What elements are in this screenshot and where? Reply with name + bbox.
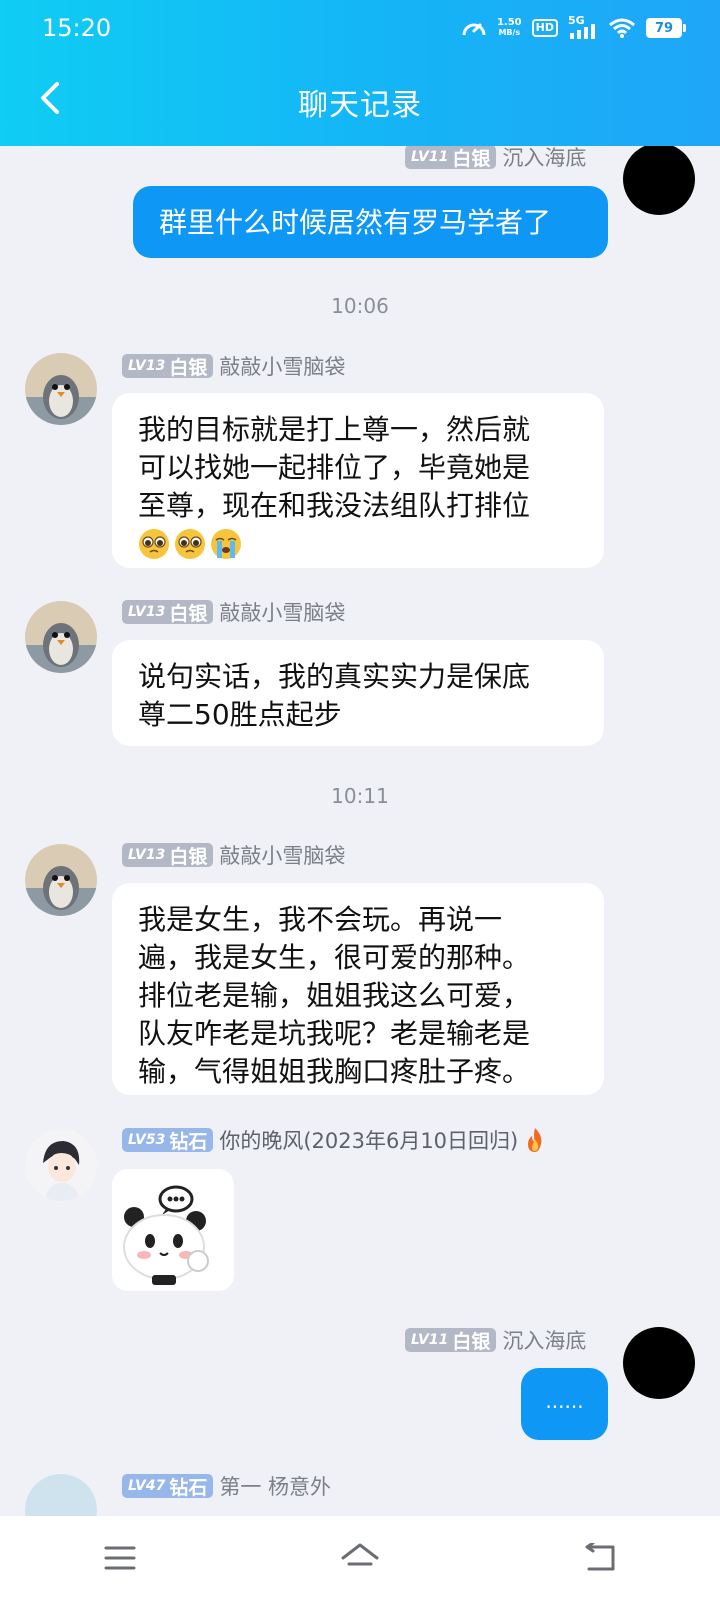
net-speed: 1.50 MB/s [497,18,522,38]
self-avatar[interactable] [623,146,695,215]
rank-text: 白银 [169,845,208,868]
sender-meta: LV11 白银 沉入海底 [405,146,586,171]
message-text: ...... [545,1389,584,1413]
level-badge: LV53 钻石 [122,1128,214,1153]
message-line: 排位老是输，姐姐我这么可爱， [138,979,531,1012]
sticker-message[interactable] [112,1169,234,1291]
message-bubble[interactable]: 说句实话，我的真实实力是保底 尊二50胜点起步 [112,640,604,746]
sender-meta: LV11 白银 沉入海底 [405,1326,586,1354]
rank-text: 钻石 [169,1130,208,1153]
level-badge: LV11 白银 [405,146,497,170]
rank-text: 白银 [169,602,208,625]
message-line: 我是女生，我不会玩。再说一 [138,903,503,936]
time-separator: 10:11 [331,784,389,808]
level-text: LV13 [128,847,166,863]
message-line: 我的目标就是打上尊一，然后就 [138,413,531,446]
rank-text: 钻石 [169,1476,208,1499]
rank-text: 白银 [169,356,208,379]
menu-button[interactable] [90,1528,150,1588]
user-avatar[interactable] [25,1474,97,1516]
sender-name: 敲敲小雪脑袋 [219,601,346,625]
penguin-avatar-icon [25,844,97,916]
anime-boy-avatar-icon [25,1129,97,1201]
message-text: 群里什么时候居然有罗马学者了 [159,206,552,239]
penguin-avatar-icon [25,353,97,425]
status-time: 15:20 [42,14,112,42]
rank-text: 白银 [452,147,491,170]
system-navbar [0,1516,720,1600]
chat-history[interactable]: LV11 白银 沉入海底 群里什么时候居然有罗马学者了 10:06 LV13 白… [0,146,720,1516]
signal-5g-icon: 5G [568,14,598,40]
pleading-face-icon [139,529,169,559]
level-text: LV13 [128,604,166,620]
crying-face-icon [211,529,241,559]
hd-icon: HD [531,19,558,37]
message-bubble[interactable]: ...... [521,1368,608,1440]
sender-name: 沉入海底 [502,146,587,170]
sender-meta: LV13 白银 敲敲小雪脑袋 [122,598,345,626]
level-badge: LV13 白银 [122,354,214,379]
penguin-avatar-icon [25,601,97,673]
level-badge: LV13 白银 [122,600,214,625]
battery-icon: 79 [646,18,686,38]
user-avatar[interactable] [25,844,97,916]
sender-meta: LV47 钻石 第一 杨意外 [122,1472,331,1500]
message-line: 尊二50胜点起步 [138,698,342,731]
sender-meta: LV13 白银 敲敲小雪脑袋 [122,841,345,869]
panda-sticker [112,1169,234,1291]
home-button[interactable] [330,1528,390,1588]
message-line: 遍，我是女生，很可爱的那种。 [138,941,531,974]
message-bubble[interactable]: 群里什么时候居然有罗马学者了 [133,186,608,258]
emoji-row [138,527,578,561]
home-icon [341,1543,379,1566]
message-bubble[interactable]: 我的目标就是打上尊一，然后就 可以找她一起排位了，毕竟她是 至尊，现在和我没法组… [112,393,604,568]
sender-name: 你的晚风(2023年6月10日回归) [219,1129,519,1153]
level-text: LV11 [411,1332,449,1348]
user-avatar[interactable] [25,353,97,425]
sender-name: 敲敲小雪脑袋 [219,355,346,379]
time-separator: 10:06 [331,294,389,318]
menu-icon [104,1546,136,1570]
message-line: 可以找她一起排位了，毕竟她是 [138,451,531,484]
sender-name: 第一 杨意外 [219,1475,332,1499]
message-line: 队友咋老是坑我呢？老是输老是 [138,1017,531,1050]
sender-meta: LV53 钻石 你的晚风(2023年6月10日回归) [122,1126,546,1154]
net-speed-unit: MB/s [498,28,521,37]
level-text: LV11 [411,149,449,165]
net-speed-value: 1.50 [496,17,522,28]
message-line: 至尊，现在和我没法组队打排位 [138,489,531,522]
level-badge: LV47 钻石 [122,1474,214,1499]
message-line: 输，气得姐姐我胸口疼肚子疼。 [138,1055,531,1088]
status-icons: 1.50 MB/s HD 5G 79 [461,14,686,42]
wifi-icon [609,18,635,38]
user-avatar[interactable] [25,601,97,673]
pleading-face-icon [175,529,205,559]
sender-meta: LV13 白银 敲敲小雪脑袋 [122,352,345,380]
sender-name: 敲敲小雪脑袋 [219,844,346,868]
page-title: 聊天记录 [298,88,422,123]
self-avatar[interactable] [623,1327,695,1399]
back-nav-button[interactable] [570,1528,630,1588]
user-avatar[interactable] [25,1129,97,1201]
sender-name: 沉入海底 [502,1329,587,1353]
speedometer-icon [462,23,486,36]
message-line: 说句实话，我的真实实力是保底 [138,660,531,693]
message-bubble[interactable]: 我是女生，我不会玩。再说一 遍，我是女生，很可爱的那种。 排位老是输，姐姐我这么… [112,883,604,1095]
level-badge: LV11 白银 [405,1328,497,1353]
fire-icon [528,1128,542,1152]
app-header: 15:20 1.50 MB/s HD 5G 79 聊天记录 [0,0,720,146]
level-text: LV13 [128,358,166,374]
level-badge: LV13 白银 [122,843,214,868]
level-text: LV53 [128,1132,166,1148]
back-icon [585,1543,615,1571]
level-text: LV47 [128,1478,166,1494]
rank-text: 白银 [452,1330,491,1353]
